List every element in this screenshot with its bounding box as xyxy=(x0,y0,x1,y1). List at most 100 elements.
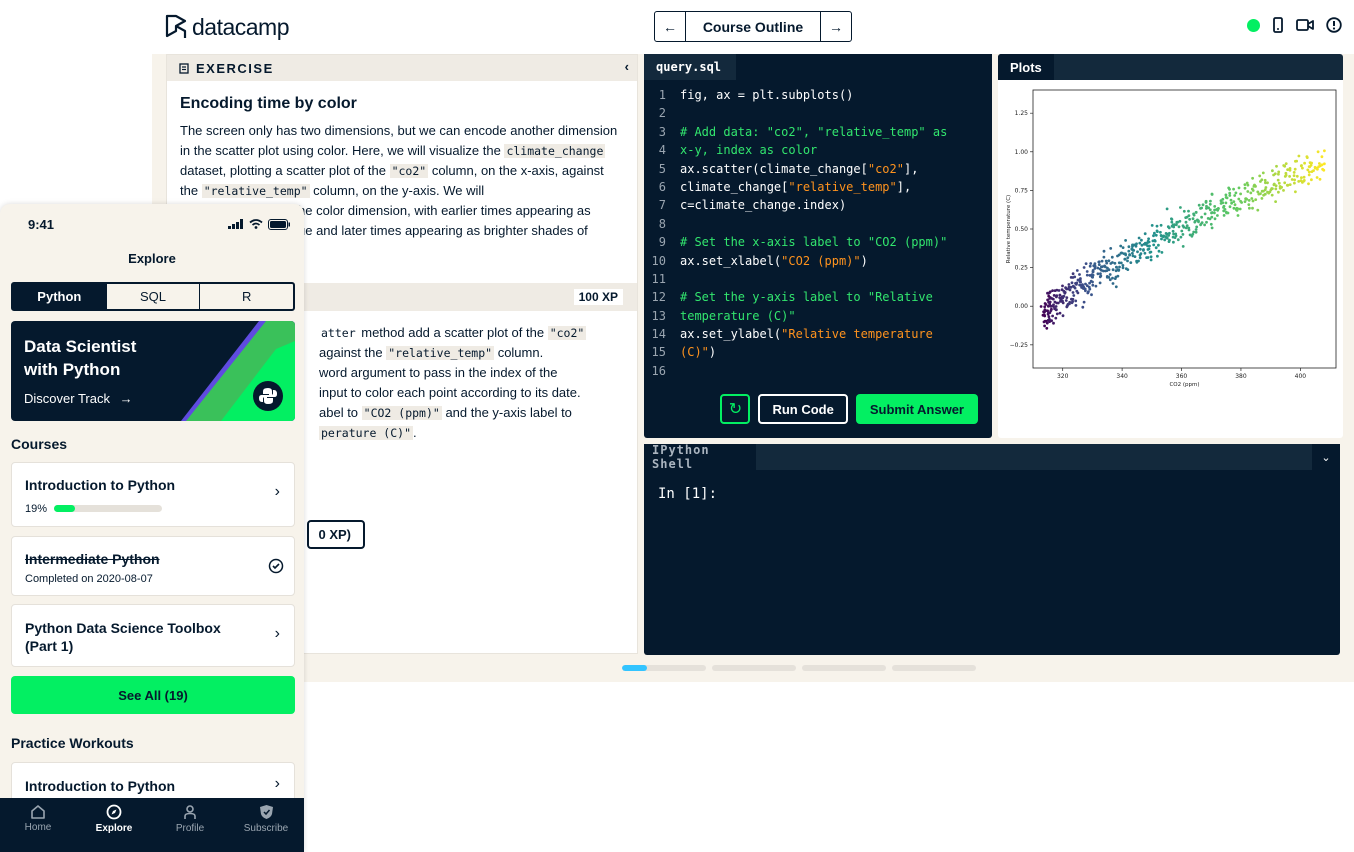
scatter-point xyxy=(1249,191,1253,195)
scatter-point xyxy=(1066,302,1070,306)
y-tick-label: 0.25 xyxy=(1015,265,1029,272)
code-area[interactable]: 1 fig, ax = plt.subplots() 2 3 # Add data: "… xyxy=(644,86,992,380)
scatter-point xyxy=(1061,314,1065,318)
track-card[interactable]: Data Scientist with Python Discover Trac… xyxy=(11,321,295,421)
code-line[interactable]: 2 xyxy=(644,104,992,122)
scatter-point xyxy=(1075,269,1079,272)
code-line[interactable]: 10 ax.set_xlabel("CO2 (ppm)") xyxy=(644,252,992,270)
line-number: 13 xyxy=(651,308,666,323)
scatter-point xyxy=(1259,180,1262,183)
segment-python[interactable]: Python xyxy=(13,284,106,309)
editor-tab[interactable]: query.sql xyxy=(644,54,736,80)
chevron-down-icon[interactable]: ⌄ xyxy=(1312,444,1340,470)
run-code-button[interactable]: Run Code xyxy=(758,394,848,424)
submit-answer-button[interactable]: Submit Answer xyxy=(855,394,978,424)
scatter-point xyxy=(1251,189,1255,192)
ipython-shell[interactable]: IPython Shell ⌄ In [1]: xyxy=(644,443,1340,655)
instructions-list: atter method add a scatter plot of the "… xyxy=(319,323,629,443)
code-token: ax.set_xlabel( xyxy=(680,253,782,268)
connection-status-icon xyxy=(1247,18,1260,32)
segment-r[interactable]: R xyxy=(199,284,293,309)
mobile-icon[interactable] xyxy=(1272,17,1284,33)
course-card[interactable]: Python Data Science Toolbox (Part 1) › xyxy=(11,604,295,667)
tab-label: Home xyxy=(24,822,52,833)
scatter-point xyxy=(1213,211,1216,215)
scatter-point xyxy=(1057,289,1061,292)
inline-code: atter xyxy=(321,326,356,340)
scatter-point xyxy=(1182,209,1186,213)
scatter-point xyxy=(1284,173,1288,177)
scatter-point xyxy=(1307,170,1311,174)
discover-track-link[interactable]: Discover Track → xyxy=(24,391,133,406)
scatter-point xyxy=(1267,191,1271,195)
scatter-point xyxy=(1266,181,1269,185)
collapse-panel-button[interactable]: ‹ xyxy=(625,59,629,74)
line-number: 11 xyxy=(651,271,666,286)
code-token: ], xyxy=(896,179,912,194)
scatter-point xyxy=(1180,229,1184,233)
scatter-point xyxy=(1084,262,1088,265)
tab-home[interactable]: Home xyxy=(0,798,76,852)
reset-code-button[interactable]: ↻ xyxy=(720,394,751,424)
segment-sql[interactable]: SQL xyxy=(105,284,200,309)
code-line[interactable]: 16 xyxy=(644,362,992,380)
code-line[interactable]: 6 climate_change["relative_temp"], xyxy=(644,178,992,196)
code-line[interactable]: 1 fig, ax = plt.subplots() xyxy=(644,86,992,104)
course-outline-button[interactable]: Course Outline xyxy=(685,12,821,41)
scatter-point xyxy=(1237,186,1241,190)
scatter-point xyxy=(1081,305,1085,309)
scatter-point xyxy=(1160,237,1163,241)
scatter-point xyxy=(1273,172,1277,176)
text-segment: dataset, plotting a scatter plot of the xyxy=(180,163,390,178)
code-line[interactable]: 13 temperature (C)" xyxy=(644,307,992,325)
see-all-button[interactable]: See All (19) xyxy=(11,676,295,714)
line-number: 7 xyxy=(658,198,666,213)
tab-explore[interactable]: Explore xyxy=(76,798,152,852)
code-line[interactable]: 7 c=climate_change.index) xyxy=(644,196,992,214)
course-card[interactable]: Intermediate Python Completed on 2020-08… xyxy=(11,536,295,596)
scatter-point xyxy=(1277,170,1281,174)
code-line[interactable]: 3 # Add data: "co2", "relative_temp" as xyxy=(644,123,992,141)
scatter-point xyxy=(1247,199,1251,202)
scatter-point xyxy=(1270,193,1274,197)
scatter-point xyxy=(1210,215,1214,219)
scatter-point xyxy=(1128,253,1131,256)
plots-tab[interactable]: Plots xyxy=(998,54,1054,80)
hint-button[interactable]: 0 XP) xyxy=(307,520,365,549)
tab-profile[interactable]: Profile xyxy=(152,798,228,852)
scatter-point xyxy=(1229,198,1233,202)
next-exercise-button[interactable]: → xyxy=(821,12,851,41)
video-icon[interactable] xyxy=(1296,18,1314,32)
course-card[interactable]: Introduction to Python › 19% xyxy=(11,462,295,527)
scatter-point xyxy=(1299,179,1303,183)
code-token: "co2" xyxy=(867,161,904,176)
scatter-point xyxy=(1178,219,1182,223)
code-line[interactable]: 12 # Set the y-axis label to "Relative xyxy=(644,288,992,306)
scatter-point xyxy=(1262,193,1265,197)
code-line[interactable]: 8 xyxy=(644,215,992,233)
previous-exercise-button[interactable]: ← xyxy=(655,12,685,41)
code-line[interactable]: 9 # Set the x-axis label to "CO2 (ppm)" xyxy=(644,233,992,251)
datacamp-logo[interactable]: datacamp xyxy=(164,12,290,42)
tab-label: Explore xyxy=(95,823,133,834)
scatter-point xyxy=(1248,206,1251,210)
code-line[interactable]: 14 ax.set_ylabel("Relative temperature xyxy=(644,325,992,343)
course-progress-label: 19% xyxy=(25,503,48,515)
scatter-point xyxy=(1239,199,1242,203)
code-line[interactable]: 5 ax.scatter(climate_change["co2"], xyxy=(644,160,992,178)
code-line[interactable]: 15 (C)") xyxy=(644,343,992,361)
report-issue-icon[interactable] xyxy=(1326,17,1342,33)
scatter-point xyxy=(1113,261,1117,265)
scatter-point xyxy=(1194,230,1198,234)
code-line[interactable]: 11 xyxy=(644,270,992,288)
scatter-point xyxy=(1129,261,1133,264)
scatter-point xyxy=(1258,174,1262,178)
x-tick-label: 340 xyxy=(1116,373,1128,380)
scatter-point xyxy=(1251,176,1254,180)
shell-tab[interactable]: IPython Shell xyxy=(644,443,756,471)
tab-subscribe[interactable]: Subscribe xyxy=(228,798,304,852)
scatter-point xyxy=(1233,194,1237,197)
scatter-point xyxy=(1091,269,1095,272)
code-line[interactable]: 4 x-y, index as color xyxy=(644,141,992,159)
scatter-point xyxy=(1288,168,1292,172)
